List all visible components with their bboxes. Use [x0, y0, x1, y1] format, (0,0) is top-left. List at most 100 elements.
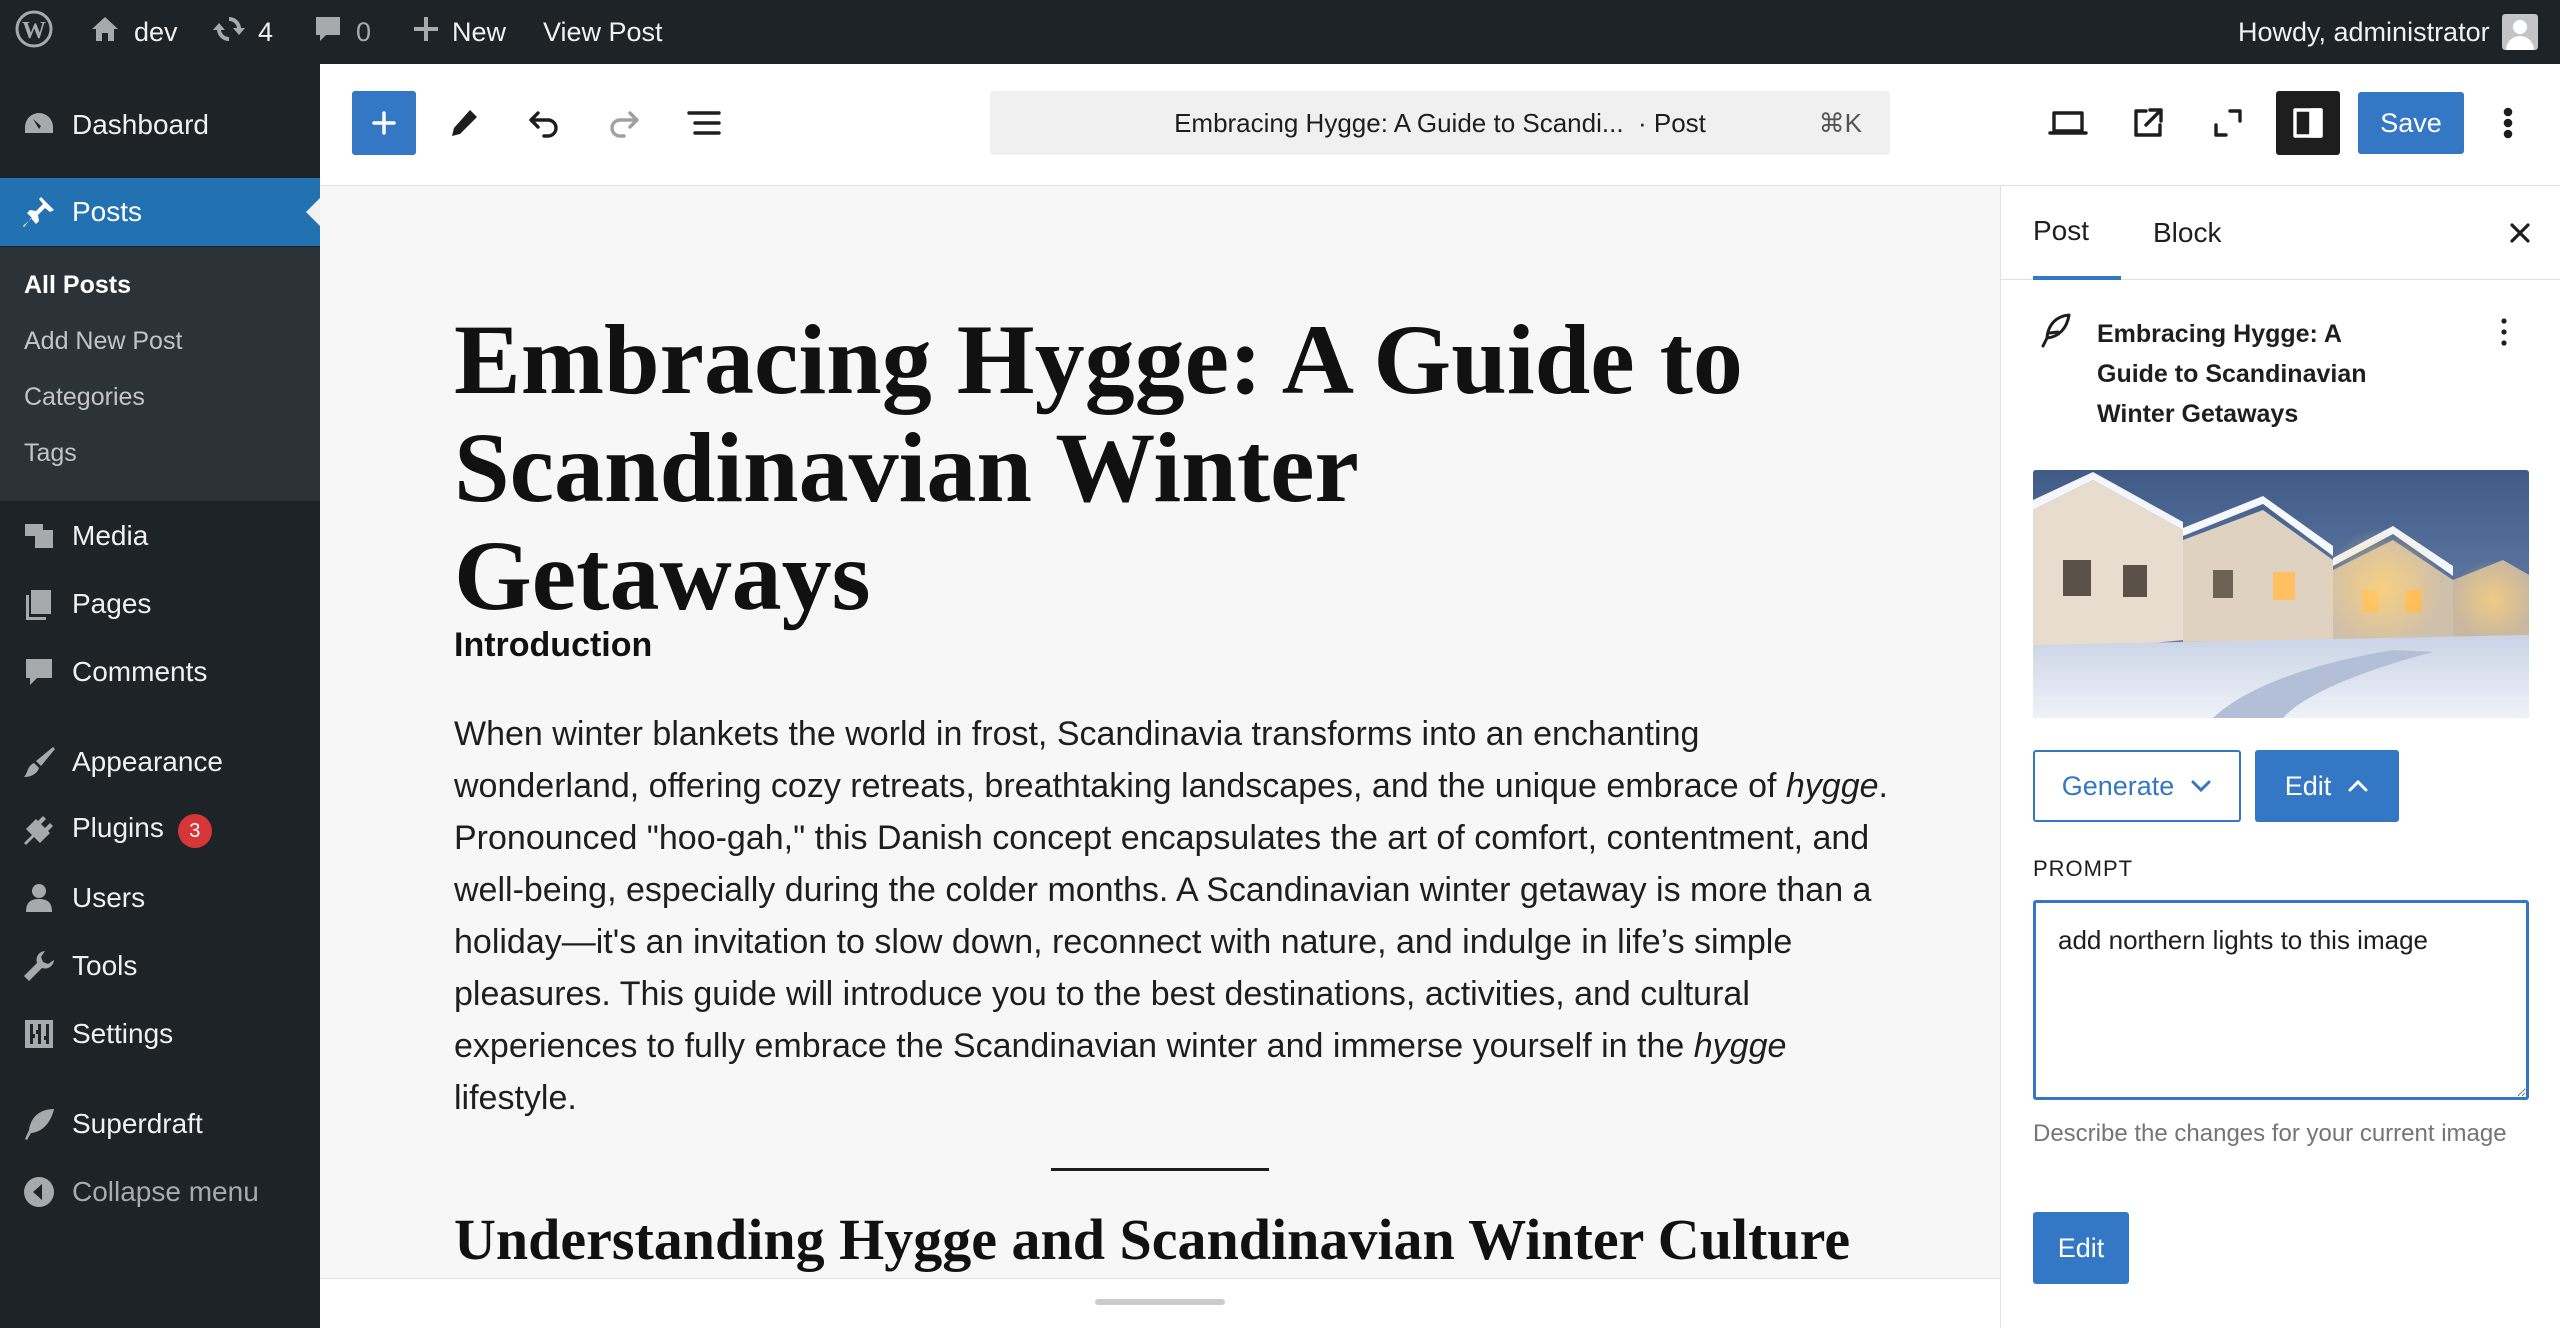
chevron-up-icon	[2348, 779, 2368, 792]
view-post-link[interactable]: View Post	[543, 0, 663, 64]
editor-canvas: Embracing Hygge: A Guide to Scandinavian…	[320, 186, 2000, 1278]
tab-post[interactable]: Post	[2033, 186, 2122, 280]
wrench-icon	[20, 947, 58, 985]
menu-label: Collapse menu	[72, 1176, 259, 1207]
howdy-text: Howdy, administrator	[2238, 16, 2490, 47]
edit-image-button[interactable]: Edit	[2033, 1212, 2129, 1284]
paragraph-text: . Pronounced "hoo-gah," this Danish conc…	[454, 767, 1888, 1065]
add-block-button[interactable]	[352, 91, 416, 155]
settings-toggle-button[interactable]	[2276, 91, 2340, 155]
more-vertical-icon	[2503, 107, 2513, 139]
options-button[interactable]	[2476, 91, 2540, 155]
pencil-icon	[452, 110, 477, 136]
heading-block[interactable]: Understanding Hygge and Scandinavian Win…	[454, 1206, 1850, 1273]
list-view-icon	[687, 111, 721, 135]
post-feather-icon	[2039, 312, 2073, 355]
submenu-all-posts[interactable]: All Posts	[24, 271, 131, 300]
post-card-title: Embracing Hygge: A Guide to Scandinavian…	[2097, 320, 2367, 428]
button-label: Edit	[2284, 770, 2332, 801]
pin-icon	[20, 193, 58, 231]
separator-block[interactable]	[1051, 1168, 1269, 1171]
collapse-icon	[20, 1173, 58, 1211]
collapse-menu-button[interactable]: Collapse menu	[0, 1164, 320, 1220]
comments-link[interactable]: 0	[312, 0, 371, 64]
menu-label: Users	[72, 882, 146, 913]
brush-icon	[20, 743, 58, 781]
menu-label: Tools	[72, 950, 138, 981]
menu-item-media[interactable]: Media	[0, 508, 320, 564]
command-bar[interactable]: Embracing Hygge: A Guide to Scandi... · …	[990, 91, 1890, 155]
paragraph-text: lifestyle.	[454, 1079, 577, 1117]
wordpress-logo-icon: W	[14, 9, 54, 56]
updates-link[interactable]: 4	[212, 0, 273, 64]
post-title[interactable]: Embracing Hygge: A Guide to Scandinavian…	[454, 306, 1754, 630]
menu-item-appearance[interactable]: Appearance	[0, 734, 320, 790]
fullscreen-button[interactable]	[2196, 91, 2260, 155]
prompt-textarea[interactable]: add northern lights to this image	[2033, 900, 2529, 1100]
tab-block[interactable]: Block	[2153, 186, 2221, 280]
redo-button[interactable]	[592, 91, 656, 155]
menu-label: Appearance	[72, 746, 224, 777]
edit-dropdown-button[interactable]: Edit	[2255, 750, 2399, 822]
comments-count: 0	[356, 16, 372, 47]
editor-footer	[320, 1278, 2000, 1328]
posts-submenu: All Posts Add New Post Categories Tags	[0, 247, 320, 501]
fullscreen-icon	[2214, 109, 2242, 137]
undo-button[interactable]	[512, 91, 576, 155]
featured-image[interactable]	[2033, 470, 2529, 718]
prompt-help-text: Describe the changes for your current im…	[2033, 1120, 2507, 1147]
menu-item-users[interactable]: Users	[0, 870, 320, 926]
menu-label: Posts	[72, 196, 143, 227]
resize-handle[interactable]	[1095, 1299, 1225, 1305]
menu-item-plugins[interactable]: Plugins 3	[0, 802, 320, 858]
new-label: New	[452, 16, 507, 47]
plus-icon	[372, 111, 396, 135]
paragraph-block[interactable]: When winter blankets the world in frost,…	[454, 708, 1894, 1124]
submenu-add-new-post[interactable]: Add New Post	[24, 327, 182, 356]
paragraph-text: When winter blankets the world in frost,…	[454, 715, 1786, 805]
comment-bubble-icon	[312, 13, 344, 52]
menu-item-tools[interactable]: Tools	[0, 938, 320, 994]
submenu-categories[interactable]: Categories	[24, 383, 145, 412]
menu-label: Superdraft	[72, 1108, 203, 1139]
site-name: dev	[134, 16, 178, 47]
menu-item-pages[interactable]: Pages	[0, 576, 320, 632]
post-actions-button[interactable]	[2486, 310, 2522, 354]
heading-block[interactable]: Introduction	[454, 626, 652, 665]
menu-item-comments[interactable]: Comments	[0, 644, 320, 700]
chevron-down-icon	[2191, 780, 2211, 793]
menu-label: Plugins	[72, 812, 164, 843]
menu-item-posts[interactable]: Posts	[0, 178, 320, 246]
home-icon	[88, 12, 122, 53]
new-content-link[interactable]: New	[412, 0, 506, 64]
wordpress-logo-button[interactable]: W	[14, 0, 54, 64]
document-overview-button[interactable]	[672, 91, 736, 155]
generate-dropdown-button[interactable]: Generate	[2033, 750, 2241, 822]
prompt-label: PROMPT	[2033, 856, 2134, 881]
settings-tabs: Post Block	[2001, 186, 2560, 280]
menu-item-dashboard[interactable]: Dashboard	[0, 98, 320, 152]
save-button[interactable]: Save	[2358, 92, 2464, 154]
site-name-link[interactable]: dev	[88, 0, 178, 64]
paragraph-emphasis: hygge	[1785, 767, 1879, 805]
menu-item-superdraft[interactable]: Superdraft	[0, 1096, 320, 1152]
submenu-tags[interactable]: Tags	[24, 439, 77, 468]
menu-item-settings[interactable]: Settings	[0, 1006, 320, 1062]
desktop-icon	[2048, 111, 2088, 135]
sidebar-icon	[2293, 108, 2323, 138]
user-icon	[20, 879, 58, 917]
plug-icon	[20, 811, 58, 849]
winter-village-image	[2033, 470, 2529, 718]
close-settings-button[interactable]	[2497, 210, 2543, 256]
paragraph-emphasis: hygge	[1693, 1027, 1787, 1065]
menu-label: Comments	[72, 656, 208, 687]
plus-icon	[412, 15, 440, 50]
my-account-link[interactable]: Howdy, administrator	[2238, 0, 2538, 64]
view-post-button[interactable]	[2116, 91, 2180, 155]
svg-text:W: W	[22, 18, 46, 44]
preview-button[interactable]	[2036, 91, 2100, 155]
button-label: Generate	[2061, 770, 2175, 801]
menu-label: Media	[72, 520, 149, 551]
tools-button[interactable]	[432, 91, 496, 155]
menu-label-with-badge: Plugins 3	[72, 812, 212, 848]
